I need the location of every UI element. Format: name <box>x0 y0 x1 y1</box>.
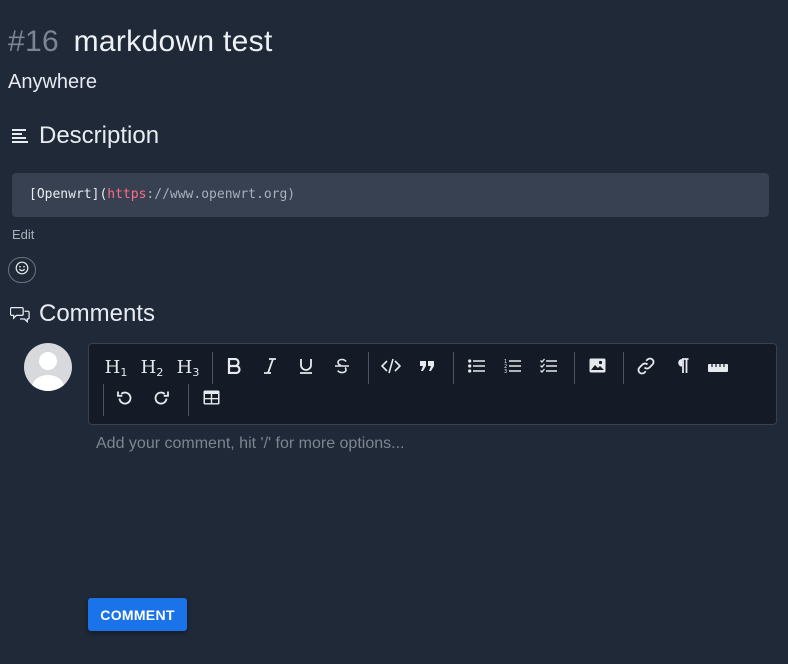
add-reaction-button[interactable] <box>8 257 36 283</box>
task-title[interactable]: markdown test <box>74 25 273 58</box>
task-list-icon <box>539 358 557 378</box>
align-left-icon <box>10 126 30 146</box>
underline-button[interactable] <box>292 354 320 382</box>
toolbar-divider <box>453 352 454 384</box>
chat-bubbles-icon <box>10 304 30 324</box>
code-url-rest: ://www.openwrt.org) <box>146 187 296 202</box>
quote-button[interactable] <box>413 354 441 382</box>
task-number: #16 <box>8 25 59 58</box>
toolbar-divider <box>188 384 189 416</box>
svg-text:3: 3 <box>504 369 507 374</box>
code-protocol: https <box>107 187 147 202</box>
table-icon <box>203 390 220 410</box>
description-code-block: [Openwrt](https://www.openwrt.org) <box>12 173 769 217</box>
ordered-list-icon: 123 <box>504 358 521 379</box>
undo-button[interactable] <box>111 386 139 414</box>
comment-submit-button[interactable]: COMMENT <box>88 598 187 631</box>
code-icon <box>380 358 402 379</box>
task-list-button[interactable] <box>534 354 562 382</box>
redo-icon <box>153 390 169 411</box>
comment-input[interactable]: Add your comment, hit '/' for more optio… <box>96 435 404 453</box>
avatar <box>24 343 72 391</box>
redo-button[interactable] <box>147 386 175 414</box>
code-text: [Openwrt]( <box>29 187 108 202</box>
strikethrough-button[interactable] <box>328 354 356 382</box>
heading-1-button[interactable]: H1 <box>102 354 130 382</box>
link-icon <box>637 357 655 380</box>
link-button[interactable] <box>632 354 660 382</box>
paragraph-button[interactable] <box>668 354 696 382</box>
underline-icon <box>299 358 313 379</box>
comments-heading: Comments <box>10 298 155 330</box>
italic-icon <box>263 357 277 379</box>
table-button[interactable] <box>197 386 225 414</box>
ordered-list-button[interactable]: 123 <box>498 354 526 382</box>
quote-icon <box>419 359 435 378</box>
italic-button[interactable] <box>256 354 284 382</box>
code-button[interactable] <box>377 354 405 382</box>
bullet-list-button[interactable] <box>462 354 490 382</box>
image-button[interactable] <box>583 354 611 382</box>
bullet-list-icon <box>467 358 485 378</box>
undo-icon <box>117 390 133 411</box>
toolbar-divider <box>623 352 624 384</box>
strikethrough-icon <box>334 358 350 379</box>
comment-editor-toolbar: H1 H2 H3 123 <box>88 343 777 425</box>
description-heading-label: Description <box>39 122 160 149</box>
toolbar-divider <box>212 352 213 384</box>
edit-description-link[interactable]: Edit <box>12 227 34 242</box>
project-name[interactable]: Anywhere <box>8 69 97 95</box>
horizontal-rule-button[interactable] <box>704 354 732 382</box>
image-icon <box>589 358 606 378</box>
task-heading: #16 markdown test <box>8 22 273 62</box>
horizontal-rule-icon <box>708 359 728 377</box>
bold-icon <box>227 357 241 379</box>
toolbar-divider <box>103 384 104 416</box>
heading-2-button[interactable]: H2 <box>138 354 166 382</box>
toolbar-divider <box>368 352 369 384</box>
smile-icon <box>15 261 29 280</box>
heading-3-button[interactable]: H3 <box>174 354 202 382</box>
comments-heading-label: Comments <box>39 300 156 327</box>
paragraph-icon <box>676 357 689 379</box>
toolbar-divider <box>574 352 575 384</box>
bold-button[interactable] <box>220 354 248 382</box>
description-heading: Description <box>10 120 159 152</box>
